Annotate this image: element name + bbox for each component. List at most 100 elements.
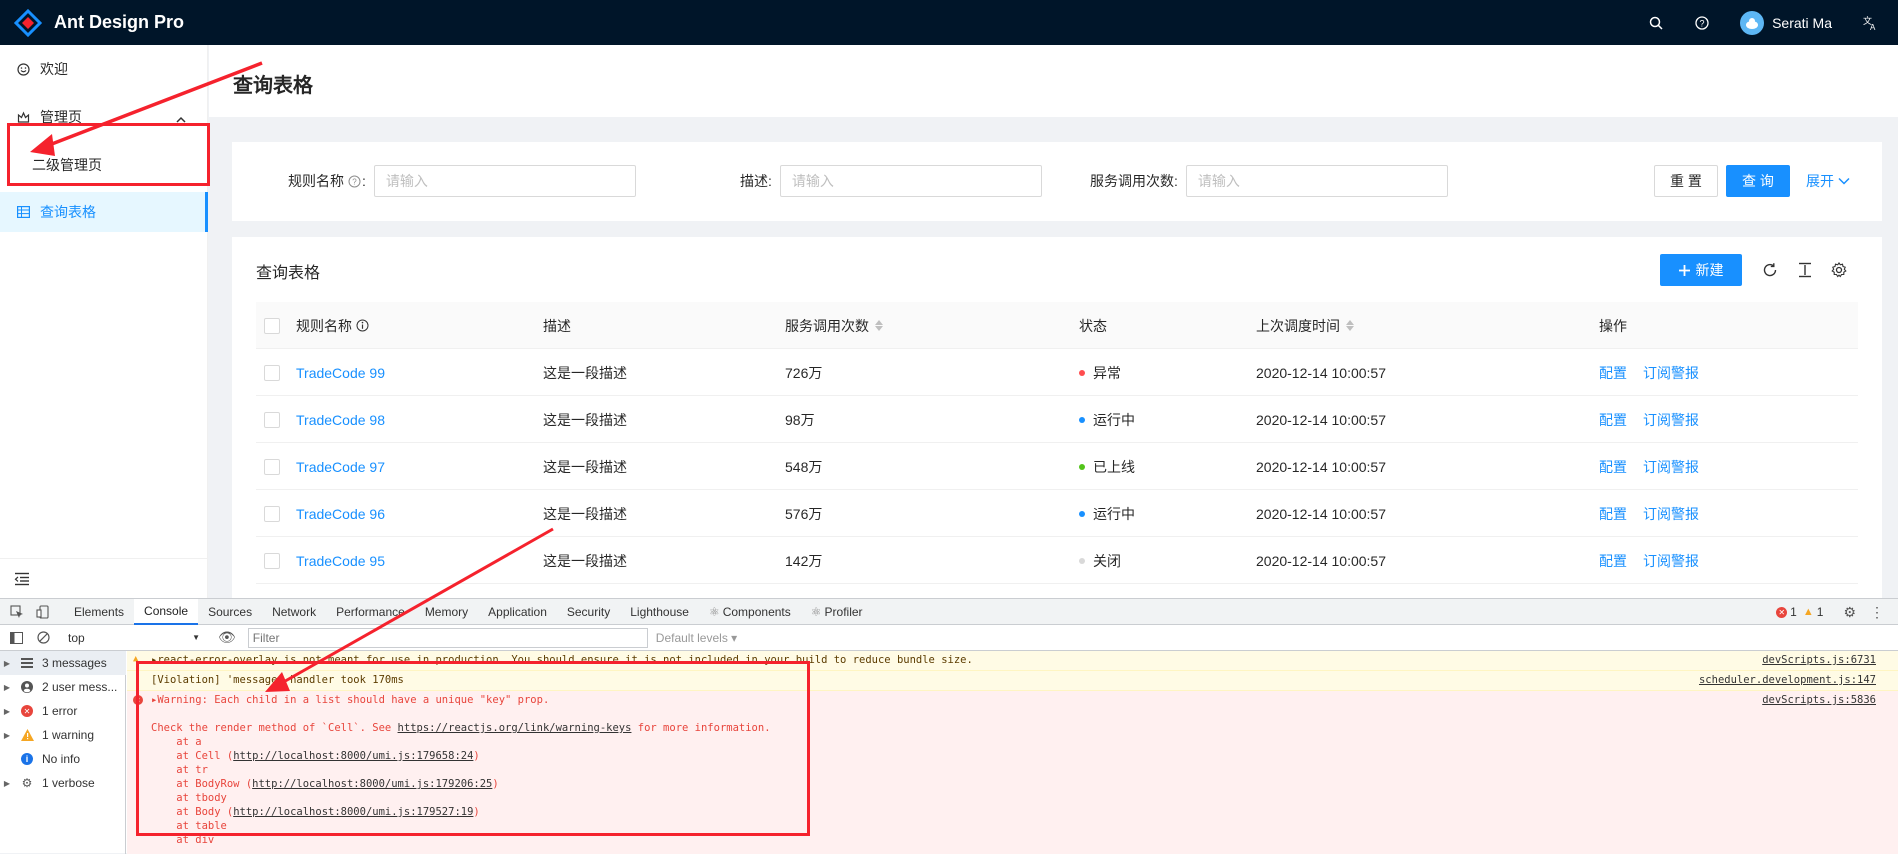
config-link[interactable]: 配置 <box>1599 349 1627 396</box>
reset-button[interactable]: 重 置 <box>1654 165 1718 197</box>
sidebar-item-label: 管理页 <box>40 109 82 125</box>
calls-input[interactable] <box>1185 165 1448 197</box>
settings-gear-icon[interactable]: ⚙ <box>1843 604 1856 621</box>
question-icon[interactable]: ? <box>1694 15 1710 31</box>
error-icon: ✕ <box>1776 606 1788 618</box>
sidebar-user-messages[interactable]: ▶ 2 user mess... <box>0 675 126 699</box>
app-logo[interactable]: Ant Design Pro <box>14 0 184 45</box>
row-checkbox[interactable] <box>264 411 280 428</box>
tab-performance[interactable]: Performance <box>326 599 415 625</box>
console-violation-row[interactable]: [Violation] 'message' handler took 170ms… <box>127 671 1898 691</box>
row-checkbox[interactable] <box>264 552 280 569</box>
clear-console-icon[interactable] <box>37 631 50 644</box>
rule-name-input[interactable] <box>373 165 636 197</box>
search-icon[interactable] <box>1648 15 1664 31</box>
expand-link[interactable]: 展开 <box>1806 165 1850 197</box>
console-warning-row[interactable]: ▲ ▸react-error-overlay is not meant for … <box>127 651 1898 671</box>
config-link[interactable]: 配置 <box>1599 396 1627 443</box>
device-toolbar-icon[interactable] <box>36 604 50 619</box>
source-link[interactable]: scheduler.development.js:147 <box>1699 674 1876 686</box>
translate-icon[interactable]: 文A <box>1862 15 1878 31</box>
sidebar-item-welcome[interactable]: 欢迎 <box>0 49 208 89</box>
menu-fold-icon <box>14 572 29 585</box>
source-link[interactable]: devScripts.js:6731 <box>1762 654 1876 666</box>
sidebar-errors[interactable]: ▶ ✕ 1 error <box>0 699 126 723</box>
sidebar-messages[interactable]: ▶ 3 messages <box>0 651 126 675</box>
tab-application[interactable]: Application <box>478 599 557 625</box>
tab-memory[interactable]: Memory <box>415 599 478 625</box>
rule-name-link[interactable]: TradeCode 99 <box>296 349 385 396</box>
column-header[interactable]: 服务调用次数 <box>785 302 883 349</box>
stack-line: at div <box>151 834 215 846</box>
sidebar-item-query-table[interactable]: 查询表格 <box>0 192 208 232</box>
sidebar-warnings[interactable]: ▶ 1 warning <box>0 723 126 747</box>
expand-arrow-icon: ▶ <box>3 658 11 668</box>
svg-text:?: ? <box>352 177 357 186</box>
subscribe-alert-link[interactable]: 订阅警报 <box>1643 537 1699 584</box>
chevron-down-icon <box>1838 177 1850 185</box>
row-checkbox[interactable] <box>264 458 280 475</box>
sort-icon[interactable] <box>875 320 883 331</box>
sidebar-info[interactable]: i No info <box>0 747 126 771</box>
row-checkbox[interactable] <box>264 364 280 381</box>
query-button[interactable]: 查 询 <box>1726 165 1790 197</box>
info-circle-icon[interactable] <box>356 319 369 332</box>
column-header: 规则名称 <box>296 302 369 349</box>
more-vertical-icon[interactable]: ⋮ <box>1870 604 1884 621</box>
config-link[interactable]: 配置 <box>1599 537 1627 584</box>
rule-name-link[interactable]: TradeCode 97 <box>296 443 385 490</box>
user-menu[interactable]: Serati Ma <box>1740 10 1832 35</box>
sidebar-item-label: 二级管理页 <box>32 157 102 173</box>
config-link[interactable]: 配置 <box>1599 490 1627 537</box>
stack-line: at BodyRow (http://localhost:8000/umi.js… <box>151 778 499 790</box>
subscribe-alert-link[interactable]: 订阅警报 <box>1643 443 1699 490</box>
warning-keys-link[interactable]: https://reactjs.org/link/warning-keys <box>398 722 632 734</box>
row-checkbox[interactable] <box>264 505 280 522</box>
question-circle-icon[interactable]: ? <box>348 175 361 188</box>
config-link[interactable]: 配置 <box>1599 443 1627 490</box>
rule-name-link[interactable]: TradeCode 95 <box>296 537 385 584</box>
new-button[interactable]: 新建 <box>1660 254 1742 286</box>
menu-collapse-button[interactable] <box>0 558 208 598</box>
tab-lighthouse[interactable]: Lighthouse <box>620 599 699 625</box>
rule-name-link[interactable]: TradeCode 96 <box>296 490 385 537</box>
tab-console[interactable]: Console <box>134 598 199 625</box>
stack-line: at Body (http://localhost:8000/umi.js:17… <box>151 806 480 818</box>
eye-icon[interactable]: 👁 <box>218 629 236 646</box>
column-height-icon[interactable] <box>1795 260 1815 280</box>
sidebar-toggle-icon[interactable] <box>10 631 23 644</box>
tab-sources[interactable]: Sources <box>198 599 262 625</box>
tab-components[interactable]: ⚛ Components <box>699 599 801 625</box>
subscribe-alert-link[interactable]: 订阅警报 <box>1643 490 1699 537</box>
tab-security[interactable]: Security <box>557 599 620 625</box>
source-link[interactable]: devScripts.js:5836 <box>1762 694 1876 706</box>
warning-count-badge[interactable]: ▲ 1 <box>1803 605 1824 619</box>
log-levels-dropdown[interactable]: Default levels ▾ <box>656 631 737 645</box>
subscribe-alert-link[interactable]: 订阅警报 <box>1643 349 1699 396</box>
tab-elements[interactable]: Elements <box>64 599 134 625</box>
console-filter-input[interactable] <box>247 627 648 648</box>
context-selector[interactable]: top ▼ <box>64 631 204 645</box>
warning-icon <box>20 728 34 742</box>
page-header: 查询表格 <box>209 45 1898 117</box>
sidebar-item-admin[interactable]: 管理页 <box>0 97 208 137</box>
inspect-element-icon[interactable] <box>10 604 24 619</box>
subscribe-alert-link[interactable]: 订阅警报 <box>1643 396 1699 443</box>
select-all-checkbox[interactable] <box>264 317 280 334</box>
console-error-row[interactable]: ✕ ▸Warning: Each child in a list should … <box>127 691 1898 854</box>
expand-arrow-icon: ▶ <box>3 778 11 788</box>
gear-icon[interactable] <box>1829 260 1849 280</box>
rule-name-field: 规则名称 ? : <box>288 165 636 197</box>
error-count-badge[interactable]: ✕ 1 <box>1776 605 1797 619</box>
reload-icon[interactable] <box>1760 260 1780 280</box>
tab-network[interactable]: Network <box>262 599 326 625</box>
tab-profiler[interactable]: ⚛ Profiler <box>801 599 873 625</box>
column-header: 描述 <box>543 317 571 334</box>
rule-name-link[interactable]: TradeCode 98 <box>296 396 385 443</box>
sort-icon[interactable] <box>1346 320 1354 331</box>
sidebar-verbose[interactable]: ▶ ⚙ 1 verbose <box>0 771 126 795</box>
sidebar-item-sub-admin[interactable]: 二级管理页 <box>0 145 208 185</box>
expand-arrow-icon: ▶ <box>3 730 11 740</box>
column-header[interactable]: 上次调度时间 <box>1256 302 1354 349</box>
desc-input[interactable] <box>779 165 1042 197</box>
